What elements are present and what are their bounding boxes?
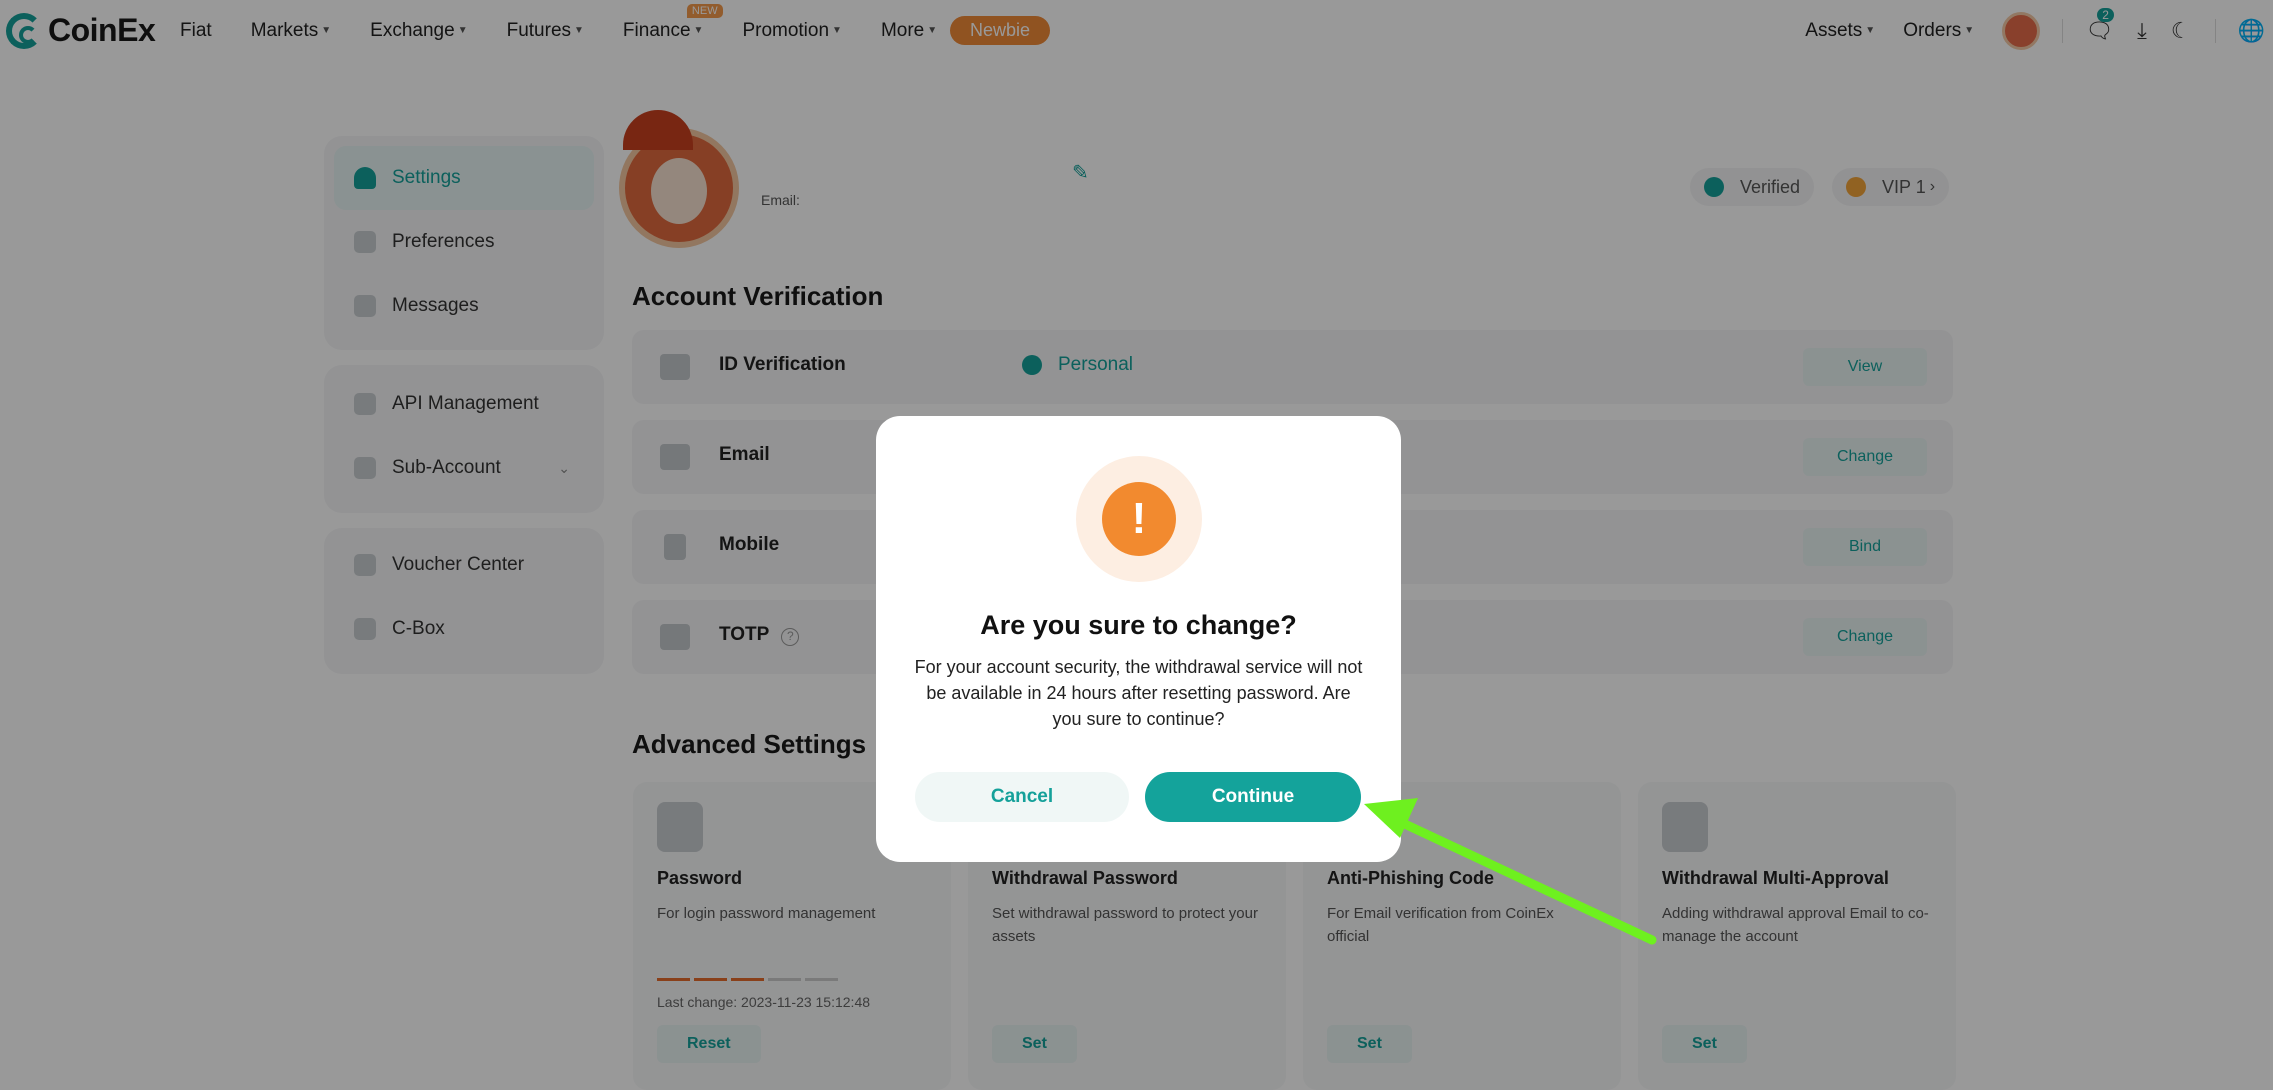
- confirm-dialog: ! Are you sure to change? For your accou…: [876, 416, 1401, 862]
- dialog-message: For your account security, the withdrawa…: [914, 657, 1363, 729]
- warning-exclamation-icon: !: [1102, 482, 1176, 556]
- cancel-button[interactable]: Cancel: [915, 772, 1129, 822]
- warning-icon-halo: !: [1076, 456, 1202, 582]
- continue-button[interactable]: Continue: [1145, 772, 1361, 822]
- dialog-title: Are you sure to change?: [980, 610, 1297, 640]
